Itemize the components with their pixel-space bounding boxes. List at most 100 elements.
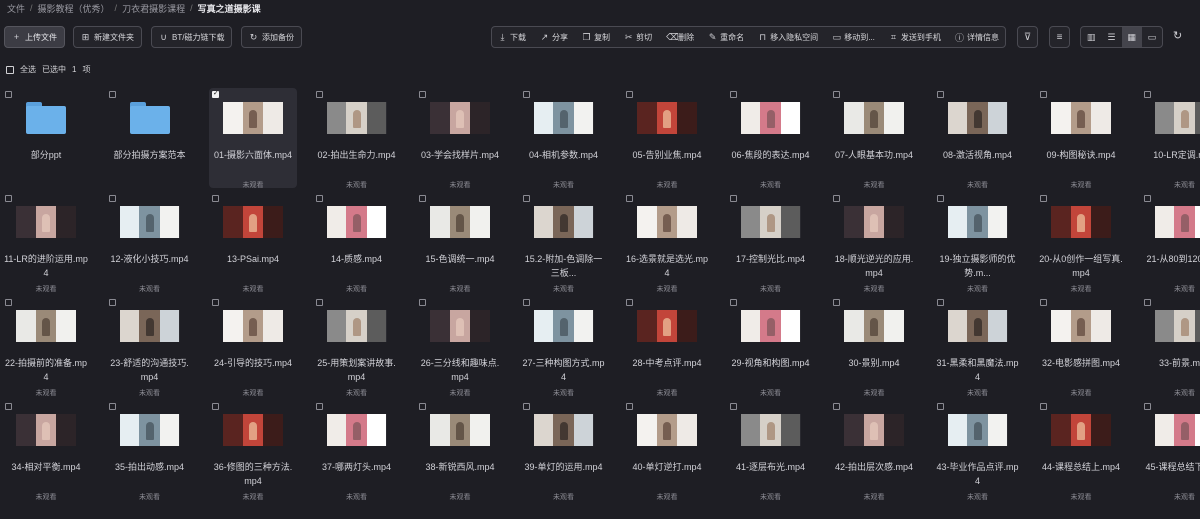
item-checkbox[interactable]: [1143, 299, 1151, 306]
delete-action[interactable]: ⌫ 删除: [666, 32, 694, 43]
item-checkbox[interactable]: [936, 299, 944, 306]
file-item[interactable]: 33-前景.mp4 未观看: [1141, 296, 1200, 397]
item-checkbox[interactable]: [522, 403, 530, 410]
file-item[interactable]: 21-从80到120.mp4 未观看: [1141, 192, 1200, 293]
item-checkbox[interactable]: [5, 299, 12, 306]
item-checkbox[interactable]: [419, 403, 426, 410]
item-checkbox[interactable]: [315, 195, 323, 202]
file-item[interactable]: 44-课程总结上.mp4 未观看: [1037, 400, 1125, 501]
download-action[interactable]: ⤓ 下载: [498, 32, 527, 43]
file-item[interactable]: 37-哪两灯头.mp4 未观看: [313, 400, 401, 501]
file-item[interactable]: 31-黑柔和黑魔法.mp4 未观看: [934, 296, 1022, 397]
item-checkbox[interactable]: [315, 299, 323, 306]
file-item[interactable]: 08-激活视角.mp4 未观看: [934, 88, 1022, 189]
file-item[interactable]: 19-独立摄影师的优势.m... 未观看: [934, 192, 1022, 293]
file-item[interactable]: 36-修图的三种方法.mp4 未观看: [209, 400, 297, 501]
file-item[interactable]: 43-毕业作品点评.mp4 未观看: [934, 400, 1022, 501]
select-all-checkbox[interactable]: [6, 65, 14, 74]
file-item[interactable]: 40-单灯逆打.mp4 未观看: [623, 400, 711, 501]
item-checkbox[interactable]: [108, 91, 116, 98]
item-checkbox[interactable]: [419, 299, 426, 306]
file-item[interactable]: 17-控制光比.mp4 未观看: [727, 192, 815, 293]
file-item[interactable]: 07-人眼基本功.mp4 未观看: [830, 88, 918, 189]
file-item[interactable]: 39-单灯的运用.mp4 未观看: [520, 400, 608, 501]
file-item[interactable]: 41-逐层布光.mp4 未观看: [727, 400, 815, 501]
file-item[interactable]: 12-液化小技巧.mp4 未观看: [106, 192, 194, 293]
file-item[interactable]: 28-中考点评.mp4 未观看: [623, 296, 711, 397]
file-item[interactable]: 11-LR的进阶运用.mp4 未观看: [2, 192, 90, 293]
file-item[interactable]: 30-景别.mp4 未观看: [830, 296, 918, 397]
item-checkbox[interactable]: [5, 403, 12, 410]
file-item[interactable]: 13-PSai.mp4 未观看: [209, 192, 297, 293]
file-item[interactable]: 34-相对平衡.mp4 未观看: [2, 400, 90, 501]
item-checkbox[interactable]: [729, 299, 737, 306]
refresh-icon[interactable]: ↻: [1173, 29, 1182, 42]
file-item[interactable]: 05-告别业焦.mp4 未观看: [623, 88, 711, 189]
item-checkbox[interactable]: [833, 403, 840, 410]
file-item[interactable]: 20-从0创作一组写真.mp4 未观看: [1037, 192, 1125, 293]
item-checkbox[interactable]: [108, 195, 116, 202]
item-checkbox[interactable]: [522, 91, 530, 98]
file-item[interactable]: 32-电影感拼图.mp4 未观看: [1037, 296, 1125, 397]
item-checkbox[interactable]: [1040, 299, 1047, 306]
item-checkbox[interactable]: [626, 91, 633, 98]
file-item[interactable]: 29-视角和构图.mp4 未观看: [727, 296, 815, 397]
item-checkbox[interactable]: [212, 299, 219, 306]
filter-button[interactable]: ⊽: [1017, 26, 1038, 48]
file-item[interactable]: 38-新锐西风.mp4 未观看: [416, 400, 504, 501]
item-checkbox[interactable]: [729, 195, 737, 202]
file-item[interactable]: 16-选景就是选光.mp4 未观看: [623, 192, 711, 293]
file-item[interactable]: 42-拍出层次感.mp4 未观看: [830, 400, 918, 501]
file-item[interactable]: 14-质感.mp4 未观看: [313, 192, 401, 293]
bt-download-button[interactable]: ∪ BT/磁力链下载: [151, 26, 233, 48]
item-checkbox[interactable]: [1143, 91, 1151, 98]
private-space-action[interactable]: ⊓ 移入隐私空间: [758, 32, 818, 43]
new-folder-button[interactable]: ⊞ 新建文件夹: [73, 26, 142, 48]
item-checkbox[interactable]: [522, 195, 530, 202]
file-item[interactable]: 18-顺光逆光的应用.mp4 未观看: [830, 192, 918, 293]
item-checkbox[interactable]: [626, 299, 633, 306]
share-action[interactable]: ↗ 分享: [540, 32, 568, 43]
item-checkbox[interactable]: [522, 299, 530, 306]
file-item[interactable]: 02-拍出生命力.mp4 未观看: [313, 88, 401, 189]
move-action[interactable]: ▭ 移动到...: [832, 32, 874, 43]
file-item[interactable]: 06-焦段的表达.mp4 未观看: [727, 88, 815, 189]
grid-view-icon[interactable]: ▦: [1121, 27, 1142, 47]
details-action[interactable]: ⓘ 详情信息: [955, 31, 999, 44]
item-checkbox[interactable]: [626, 195, 633, 202]
file-item[interactable]: 35-拍出动感.mp4 未观看: [106, 400, 194, 501]
file-item[interactable]: 22-拍摄前的准备.mp4 未观看: [2, 296, 90, 397]
file-item[interactable]: 15.2-附加-色调除一三板... 未观看: [520, 192, 608, 293]
item-checkbox[interactable]: [729, 403, 737, 410]
file-item[interactable]: 23-舒适的沟通技巧.mp4 未观看: [106, 296, 194, 397]
item-checkbox[interactable]: [936, 403, 944, 410]
file-item[interactable]: 04-相机参数.mp4 未观看: [520, 88, 608, 189]
file-item[interactable]: 26-三分线和趣味点.mp4 未观看: [416, 296, 504, 397]
file-item[interactable]: 10-LR定调.mp4 未观看: [1141, 88, 1200, 189]
file-item[interactable]: 25-用策划案讲故事.mp4 未观看: [313, 296, 401, 397]
item-checkbox[interactable]: [936, 91, 944, 98]
item-checkbox[interactable]: [5, 91, 12, 98]
detail-view-icon[interactable]: ▥: [1081, 27, 1101, 47]
breadcrumb-item-sub[interactable]: 刀衣君摄影课程: [122, 2, 185, 15]
item-checkbox[interactable]: [833, 91, 840, 98]
file-item[interactable]: 24-引导的技巧.mp4 未观看: [209, 296, 297, 397]
file-item[interactable]: 03-学会找样片.mp4 未观看: [416, 88, 504, 189]
item-checkbox[interactable]: [108, 403, 116, 410]
item-checkbox[interactable]: [1040, 195, 1047, 202]
item-checkbox[interactable]: [419, 195, 426, 202]
item-checkbox[interactable]: [936, 195, 944, 202]
upload-button[interactable]: + 上传文件: [4, 26, 65, 48]
item-checkbox[interactable]: [315, 403, 323, 410]
item-checkbox[interactable]: [729, 91, 737, 98]
item-checkbox[interactable]: [1040, 91, 1047, 98]
item-checkbox[interactable]: [833, 299, 840, 306]
item-checkbox[interactable]: [212, 403, 219, 410]
item-checkbox[interactable]: [315, 91, 323, 98]
file-item[interactable]: 15-色调统一.mp4 未观看: [416, 192, 504, 293]
cut-action[interactable]: ✂ 剪切: [624, 32, 652, 43]
file-item[interactable]: 09-构图秘诀.mp4 未观看: [1037, 88, 1125, 189]
item-checkbox[interactable]: [833, 195, 840, 202]
rename-action[interactable]: ✎ 重命名: [708, 32, 744, 43]
file-item[interactable]: 27-三种构图方式.mp4 未观看: [520, 296, 608, 397]
